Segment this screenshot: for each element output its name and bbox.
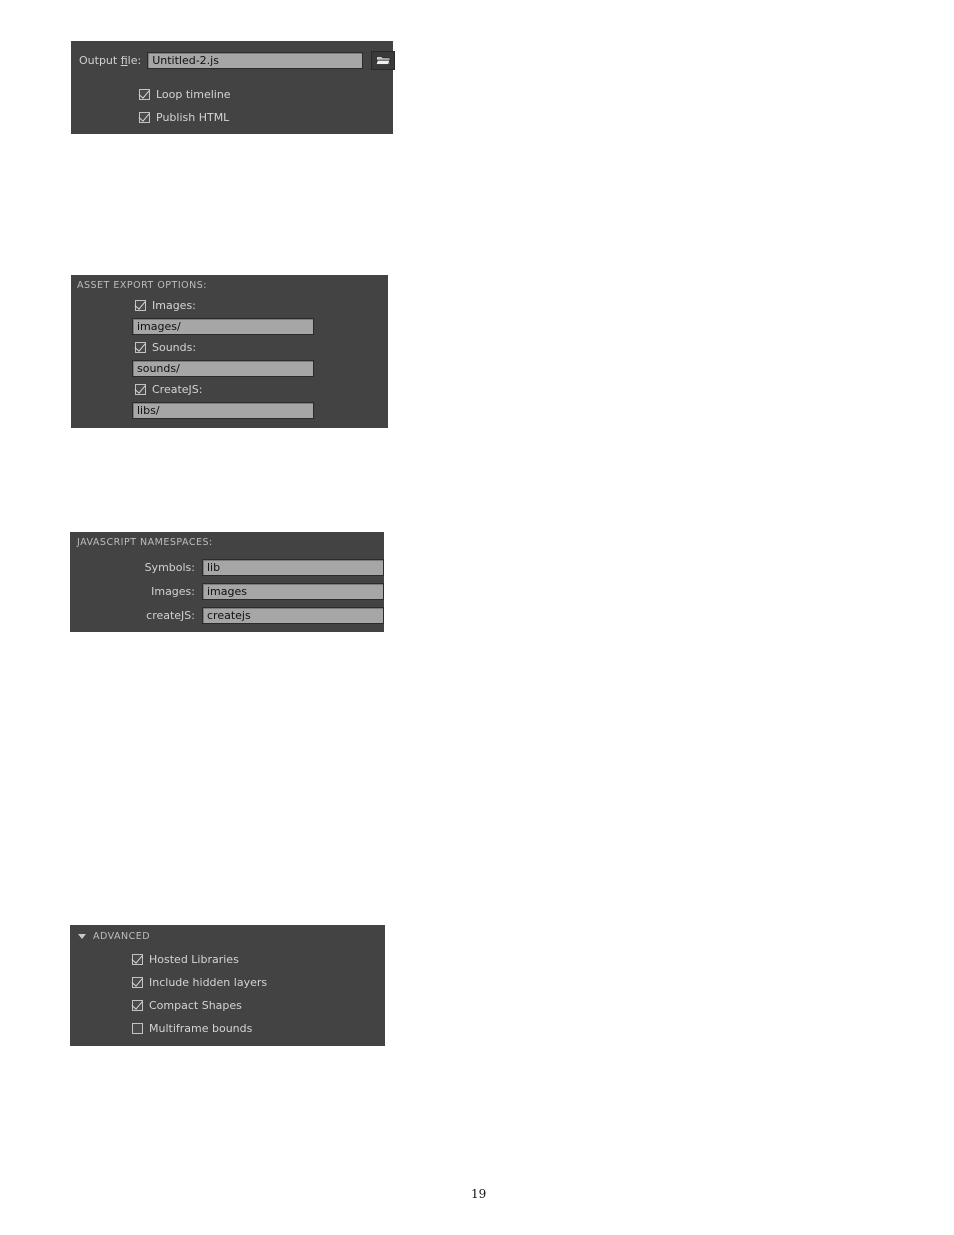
images-export-row[interactable]: Images: — [135, 299, 196, 312]
output-file-panel: Output file: Untitled-2.js Loop timeline… — [71, 41, 396, 134]
compact-shapes-label: Compact Shapes — [149, 999, 242, 1012]
hosted-libraries-checkbox[interactable] — [132, 954, 143, 965]
sounds-export-label: Sounds: — [152, 341, 197, 354]
output-file-input[interactable]: Untitled-2.js — [147, 52, 364, 69]
advanced-header: ADVANCED — [93, 931, 151, 942]
createjs-export-label: CreateJS: — [152, 383, 203, 396]
include-hidden-layers-label: Include hidden layers — [149, 976, 268, 989]
images-export-label: Images: — [152, 299, 196, 312]
asset-export-options-panel: ASSET EXPORT OPTIONS: Images: images/ So… — [71, 275, 388, 428]
sounds-path-input[interactable]: sounds/ — [132, 360, 314, 377]
publish-html-checkbox[interactable] — [139, 112, 150, 123]
images-namespace-row: Images: images — [70, 583, 384, 600]
createjs-export-row[interactable]: CreateJS: — [135, 383, 202, 396]
include-hidden-layers-row[interactable]: Include hidden layers — [132, 976, 267, 989]
output-file-row: Output file: Untitled-2.js — [79, 51, 396, 70]
output-file-label-mnemonic: fi — [120, 54, 128, 67]
output-file-label-tail: le: — [127, 54, 142, 67]
triangle-down-icon[interactable] — [78, 934, 86, 939]
asset-export-header: ASSET EXPORT OPTIONS: — [77, 280, 207, 291]
symbols-namespace-input[interactable]: lib — [202, 559, 384, 576]
compact-shapes-checkbox[interactable] — [132, 1000, 143, 1011]
hosted-libraries-row[interactable]: Hosted Libraries — [132, 953, 239, 966]
symbols-namespace-row: Symbols: lib — [70, 559, 384, 576]
advanced-panel: ADVANCED Hosted Libraries Include hidden… — [70, 925, 385, 1046]
multiframe-bounds-checkbox[interactable] — [132, 1023, 143, 1034]
sounds-export-checkbox[interactable] — [135, 342, 146, 353]
folder-open-icon — [375, 56, 391, 65]
javascript-namespaces-panel: JAVASCRIPT NAMESPACES: Symbols: lib Imag… — [70, 532, 384, 632]
page-number: 19 — [471, 1187, 487, 1201]
createjs-export-checkbox[interactable] — [135, 384, 146, 395]
javascript-namespaces-header: JAVASCRIPT NAMESPACES: — [77, 537, 213, 548]
include-hidden-layers-checkbox[interactable] — [132, 977, 143, 988]
createjs-namespace-input[interactable]: createjs — [202, 607, 384, 624]
images-namespace-label: Images: — [151, 585, 195, 598]
multiframe-bounds-row[interactable]: Multiframe bounds — [132, 1022, 252, 1035]
images-path-input[interactable]: images/ — [132, 318, 314, 335]
sounds-export-row[interactable]: Sounds: — [135, 341, 196, 354]
compact-shapes-row[interactable]: Compact Shapes — [132, 999, 242, 1012]
output-file-label: Output file: — [79, 54, 142, 67]
browse-folder-button[interactable] — [371, 51, 396, 70]
multiframe-bounds-label: Multiframe bounds — [149, 1022, 253, 1035]
loop-timeline-row[interactable]: Loop timeline — [139, 88, 231, 101]
publish-html-row[interactable]: Publish HTML — [139, 111, 229, 124]
hosted-libraries-label: Hosted Libraries — [149, 953, 239, 966]
createjs-namespace-row: createJS: createjs — [70, 607, 384, 624]
publish-html-label: Publish HTML — [156, 111, 230, 124]
loop-timeline-label: Loop timeline — [156, 88, 231, 101]
images-export-checkbox[interactable] — [135, 300, 146, 311]
symbols-namespace-label: Symbols: — [144, 561, 195, 574]
advanced-header-row[interactable]: ADVANCED — [78, 931, 150, 942]
loop-timeline-checkbox[interactable] — [139, 89, 150, 100]
createjs-path-input[interactable]: libs/ — [132, 402, 314, 419]
images-namespace-input[interactable]: images — [202, 583, 384, 600]
createjs-namespace-label: createJS: — [146, 609, 195, 622]
